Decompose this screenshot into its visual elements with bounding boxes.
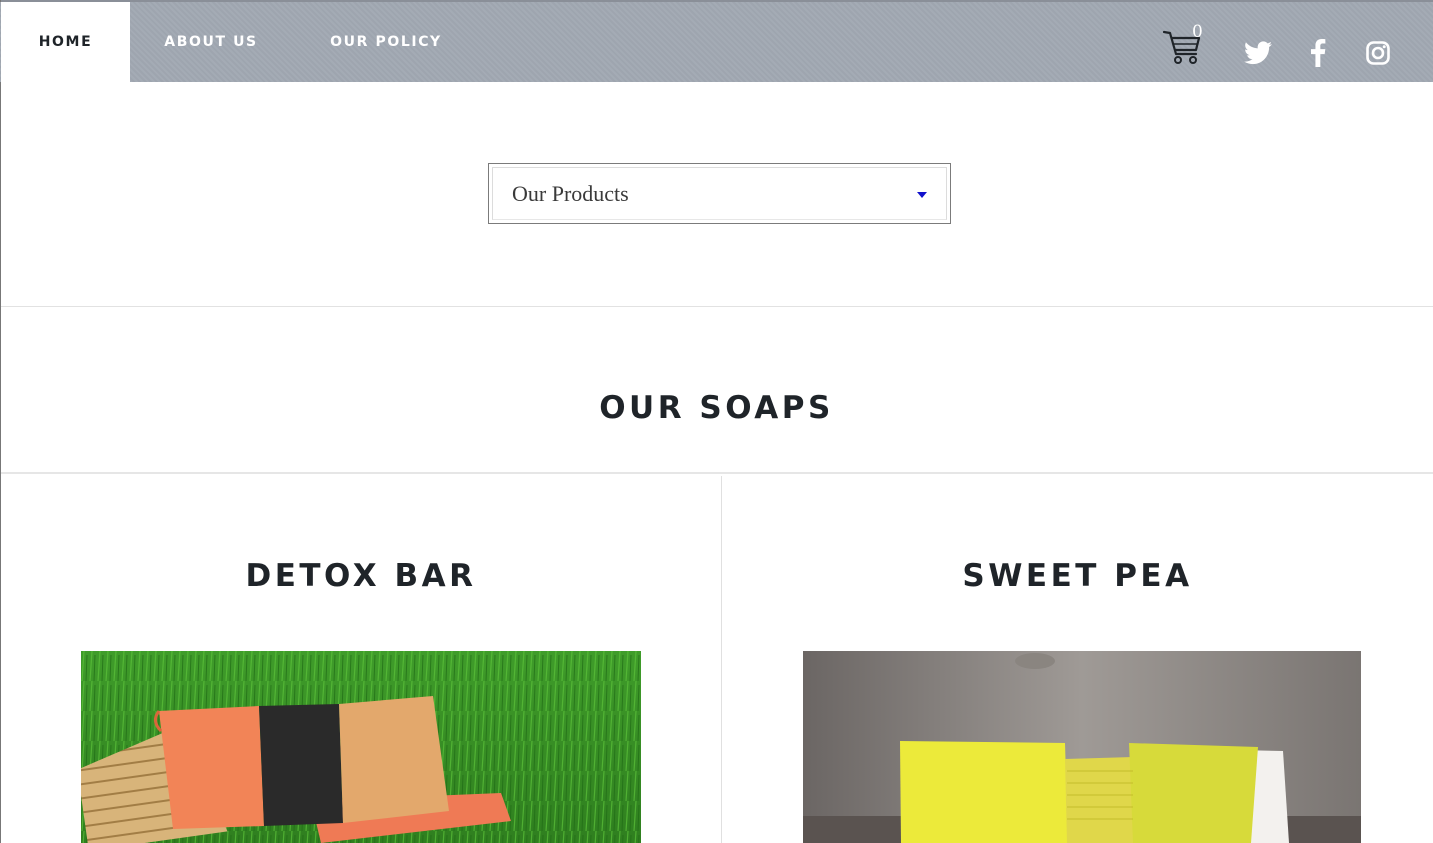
chevron-down-icon [917,192,927,198]
facebook-link[interactable] [1303,38,1333,68]
sweet-pea-photo[interactable] [803,651,1361,843]
products-dropdown[interactable]: Our Products [488,163,951,224]
section-title: OUR SOAPS [599,390,834,426]
cart-count-badge: 0 [1192,22,1203,42]
product-title-sweet-pea[interactable]: SWEET PEA [722,558,1433,594]
nav-home-link[interactable]: HOME [1,2,130,82]
instagram-link[interactable] [1363,38,1393,68]
sweet-pea-image [803,651,1361,843]
facebook-icon [1311,39,1326,67]
nav-about-us-link[interactable]: ABOUT US [150,2,272,82]
detox-bar-photo[interactable] [81,651,641,843]
nav-our-policy-link[interactable]: OUR POLICY [316,2,456,82]
main-navbar: HOME ABOUT US OUR POLICY 0 [0,2,1433,82]
products-dropdown-inner: Our Products [492,167,947,220]
twitter-icon [1244,41,1272,65]
products-dropdown-value: Our Products [512,180,629,206]
product-title-detox-bar[interactable]: DETOX BAR [1,558,721,594]
section-divider-bottom [1,472,1433,474]
twitter-link[interactable] [1243,38,1273,68]
product-column-divider [721,476,722,843]
detox-bar-image [81,651,641,843]
section-divider-top [1,306,1433,307]
instagram-icon [1366,41,1390,65]
